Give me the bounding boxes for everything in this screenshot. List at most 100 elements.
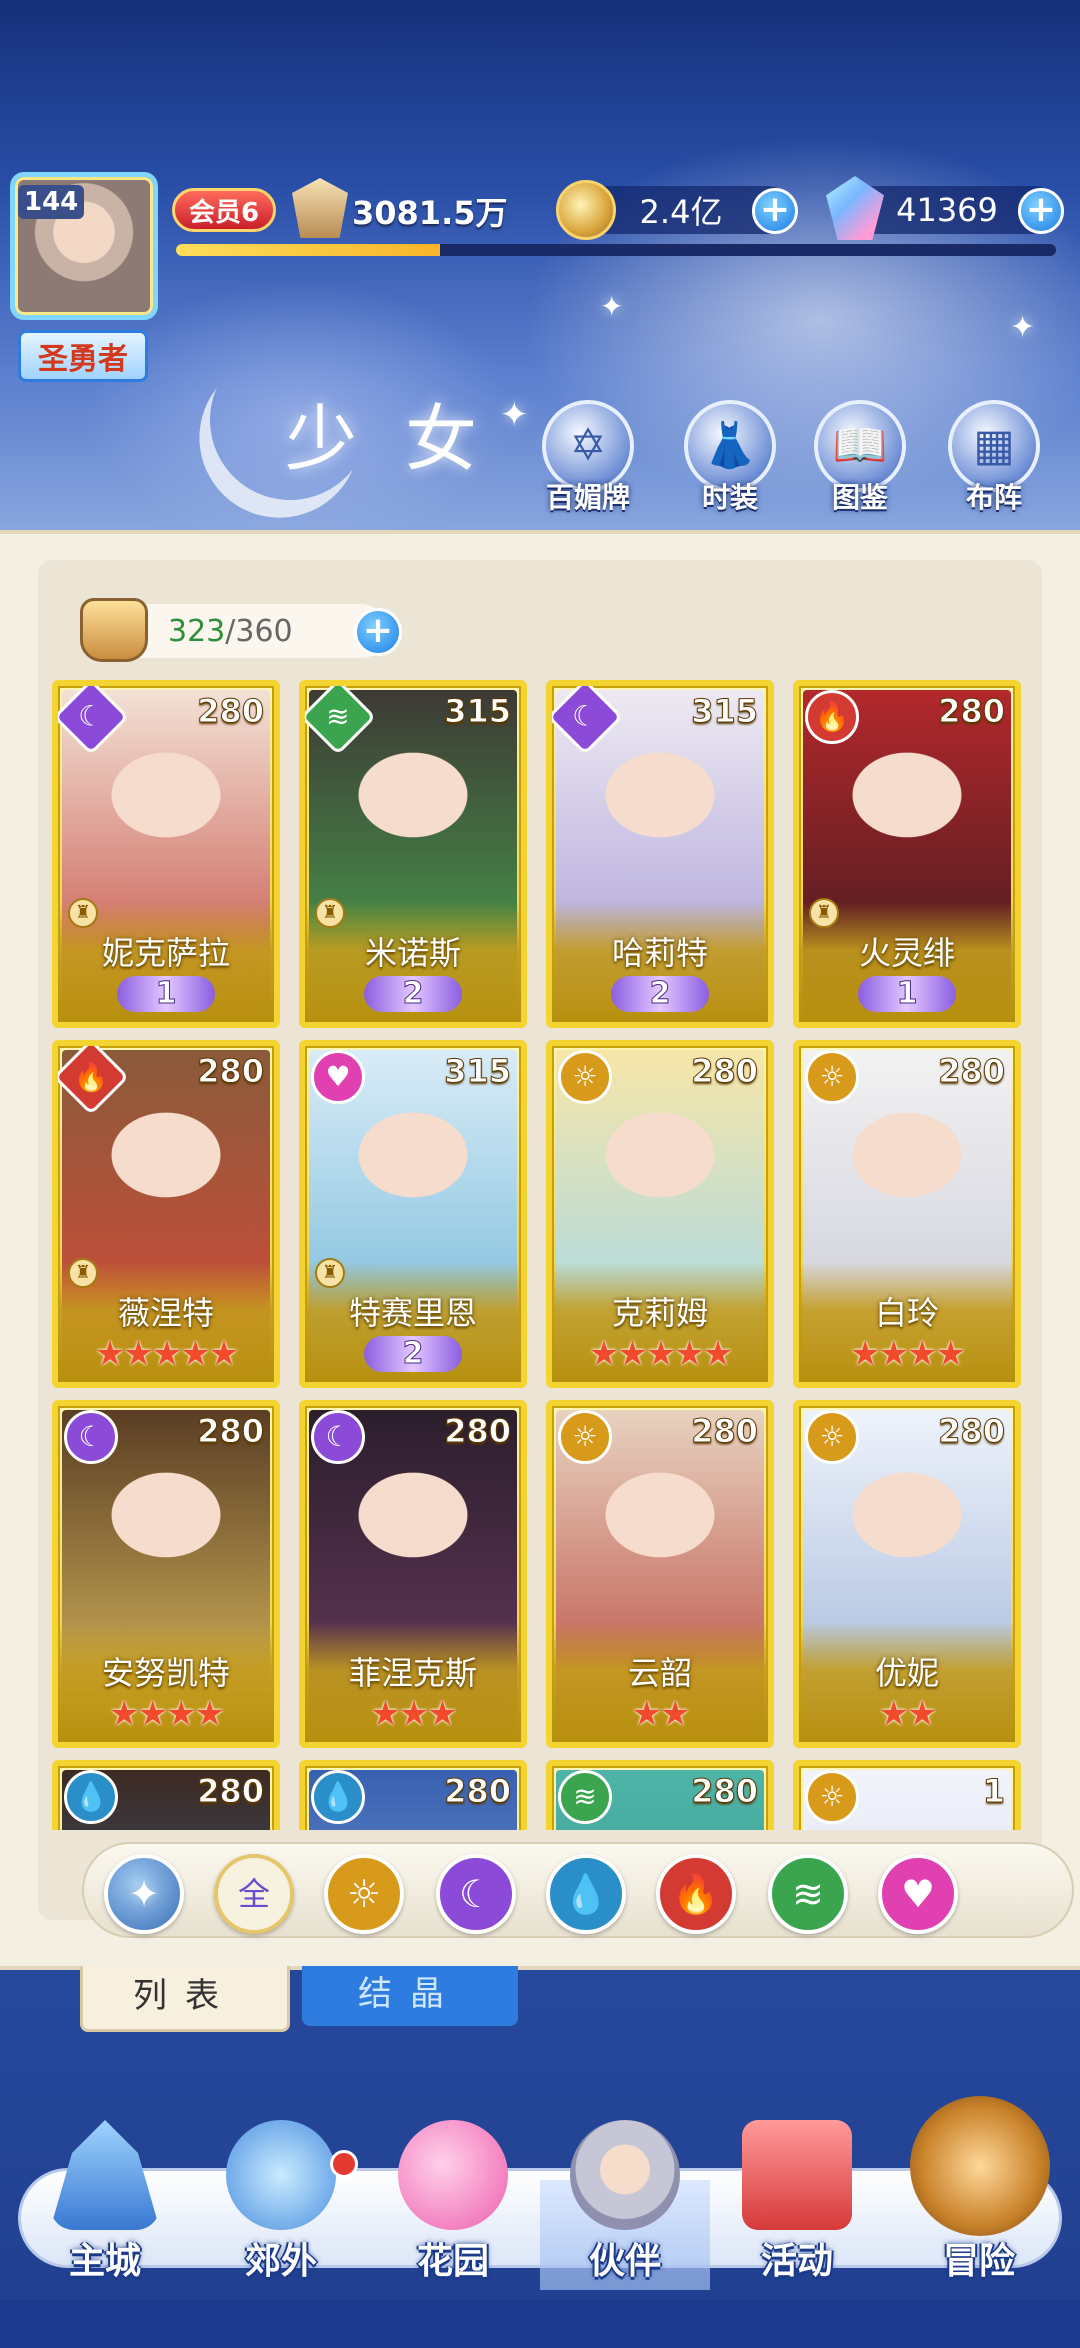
- character-name: 克莉姆: [611, 1294, 708, 1332]
- character-card[interactable]: ♥ 315 ♜ 特赛里恩 2: [299, 1040, 527, 1388]
- card-deck-button[interactable]: ✡ 百媚牌: [538, 400, 638, 516]
- add-gem-button[interactable]: +: [1018, 188, 1064, 234]
- character-card[interactable]: 💧 280: [52, 1760, 280, 1830]
- character-level: 315: [691, 692, 759, 731]
- nav-garden[interactable]: 花园: [368, 2120, 538, 2290]
- chess-piece-icon: ♜: [809, 898, 839, 928]
- star-icon: ★: [166, 1694, 197, 1734]
- outfit-button[interactable]: 👗 时装: [680, 400, 780, 516]
- character-name: 安努凯特: [101, 1654, 230, 1692]
- star-icon: ★: [878, 1694, 910, 1734]
- character-level: 280: [197, 1052, 265, 1091]
- chess-piece-icon: ♜: [68, 898, 98, 928]
- character-name: 哈莉特: [611, 934, 708, 972]
- character-level: 280: [197, 692, 265, 731]
- character-card[interactable]: ☾ 315 哈莉特 2: [546, 680, 774, 1028]
- character-name: 云韶: [627, 1654, 692, 1692]
- heart-element-icon: ♥: [311, 1050, 365, 1104]
- nav-partner[interactable]: 伙伴: [540, 2120, 710, 2290]
- star-rating: ★★★★: [58, 1694, 274, 1734]
- star-rating: ★★★: [305, 1694, 521, 1734]
- chess-piece-icon: ♜: [315, 898, 345, 928]
- star-icon: ★: [151, 1334, 183, 1374]
- gem-currency: 41369 +: [826, 176, 1064, 240]
- character-card[interactable]: 🔥 280 ♜ 火灵绯 1: [793, 680, 1021, 1028]
- nav-adventure[interactable]: 冒险: [894, 2096, 1064, 2290]
- fire-element-icon[interactable]: 🔥: [656, 1854, 736, 1934]
- star-rating: ★★: [552, 1694, 768, 1734]
- character-card[interactable]: ☾ 280 ♜ 妮克萨拉 1: [52, 680, 280, 1028]
- formation-label: 布阵: [965, 481, 1022, 514]
- sun-element-icon: ☼: [805, 1770, 859, 1824]
- star-icon: ★: [398, 1694, 430, 1734]
- nav-outskirts[interactable]: 郊外: [196, 2120, 366, 2290]
- star-icon: ★: [208, 1334, 240, 1374]
- filter-all-button[interactable]: 全: [214, 1854, 294, 1934]
- player-title-badge[interactable]: 圣勇者: [18, 330, 148, 382]
- capacity-current: 323: [168, 613, 226, 649]
- gold-currency: 2.4亿 +: [556, 180, 798, 240]
- character-level: 280: [938, 1052, 1006, 1091]
- star-emblem-filter[interactable]: ✦: [104, 1854, 184, 1934]
- character-card[interactable]: ☼ 1: [793, 1760, 1021, 1830]
- awaken-badge: 2: [611, 976, 709, 1012]
- awaken-badge: 2: [364, 1336, 462, 1372]
- nav-adventure-label: 冒险: [942, 2241, 1015, 2282]
- character-card[interactable]: ☼ 280 白玲 ★★★★: [793, 1040, 1021, 1388]
- chess-piece-icon: ♜: [315, 1258, 345, 1288]
- character-card[interactable]: ≋ 280: [546, 1760, 774, 1830]
- nav-events[interactable]: 活动: [712, 2120, 882, 2290]
- character-card[interactable]: ☾ 280 安努凯特 ★★★★: [52, 1400, 280, 1748]
- add-gold-button[interactable]: +: [752, 188, 798, 234]
- nav-main-city[interactable]: 主城: [20, 2120, 190, 2290]
- heart-element-icon[interactable]: ♥: [878, 1854, 958, 1934]
- gallery-label: 图鉴: [831, 481, 888, 514]
- moon-element-icon[interactable]: ☾: [436, 1854, 516, 1934]
- character-card[interactable]: 💧 280: [299, 1760, 527, 1830]
- vip-badge[interactable]: 会员6: [172, 188, 276, 232]
- character-level: 280: [444, 1412, 512, 1451]
- character-card[interactable]: ☼ 280 优妮 ★★: [793, 1400, 1021, 1748]
- character-card[interactable]: ≋ 315 ♜ 米诺斯 2: [299, 680, 527, 1028]
- sun-element-icon: ☼: [558, 1410, 612, 1464]
- inventory-capacity: 323/360: [80, 598, 388, 662]
- nav-outskirts-label: 郊外: [244, 2241, 317, 2282]
- character-card[interactable]: ☼ 280 克莉姆 ★★★★★: [546, 1040, 774, 1388]
- nav-garden-label: 花园: [416, 2241, 489, 2282]
- wind-element-icon: ≋: [558, 1770, 612, 1824]
- water-element-icon[interactable]: 💧: [546, 1854, 626, 1934]
- sun-element-icon[interactable]: ☼: [324, 1854, 404, 1934]
- character-level: 280: [938, 1412, 1006, 1451]
- page-title: 少女: [285, 397, 526, 481]
- character-level: 280: [691, 1052, 759, 1091]
- character-name: 火灵绯: [858, 934, 955, 972]
- expand-capacity-button[interactable]: +: [354, 608, 402, 656]
- notification-dot: [330, 2150, 358, 2178]
- character-level: 315: [444, 692, 512, 731]
- sun-element-icon: ☼: [805, 1410, 859, 1464]
- capacity-separator: /: [225, 613, 236, 649]
- star-icon: ★: [935, 1334, 966, 1374]
- star-rating: ★★: [799, 1694, 1015, 1734]
- castle-icon: [50, 2120, 160, 2230]
- star-icon: ★: [370, 1694, 401, 1734]
- wind-element-icon[interactable]: ≋: [768, 1854, 848, 1934]
- formation-button[interactable]: ▦ 布阵: [944, 400, 1044, 516]
- star-icon: ★: [617, 1334, 648, 1374]
- character-card[interactable]: ☼ 280 云韶 ★★: [546, 1400, 774, 1748]
- character-card[interactable]: 🔥 280 ♜ 薇涅特 ★★★★★: [52, 1040, 280, 1388]
- character-name: 优妮: [874, 1654, 939, 1692]
- tab-list[interactable]: 列表: [80, 1966, 290, 2032]
- bag-icon: [80, 598, 148, 662]
- moon-element-icon: ☾: [311, 1410, 365, 1464]
- character-card[interactable]: ☾ 280 菲涅克斯 ★★★: [299, 1400, 527, 1748]
- power-value: 3081.5万: [352, 194, 508, 232]
- gallery-button[interactable]: 📖 图鉴: [810, 400, 910, 516]
- sun-element-icon: ☼: [805, 1050, 859, 1104]
- character-name: 特赛里恩: [348, 1294, 477, 1332]
- star-icon: ★: [180, 1334, 211, 1374]
- capacity-max: 360: [235, 613, 293, 649]
- nav-partner-label: 伙伴: [588, 2241, 661, 2282]
- tab-crystal[interactable]: 结晶: [302, 1966, 518, 2026]
- chess-piece-icon: ♜: [68, 1258, 98, 1288]
